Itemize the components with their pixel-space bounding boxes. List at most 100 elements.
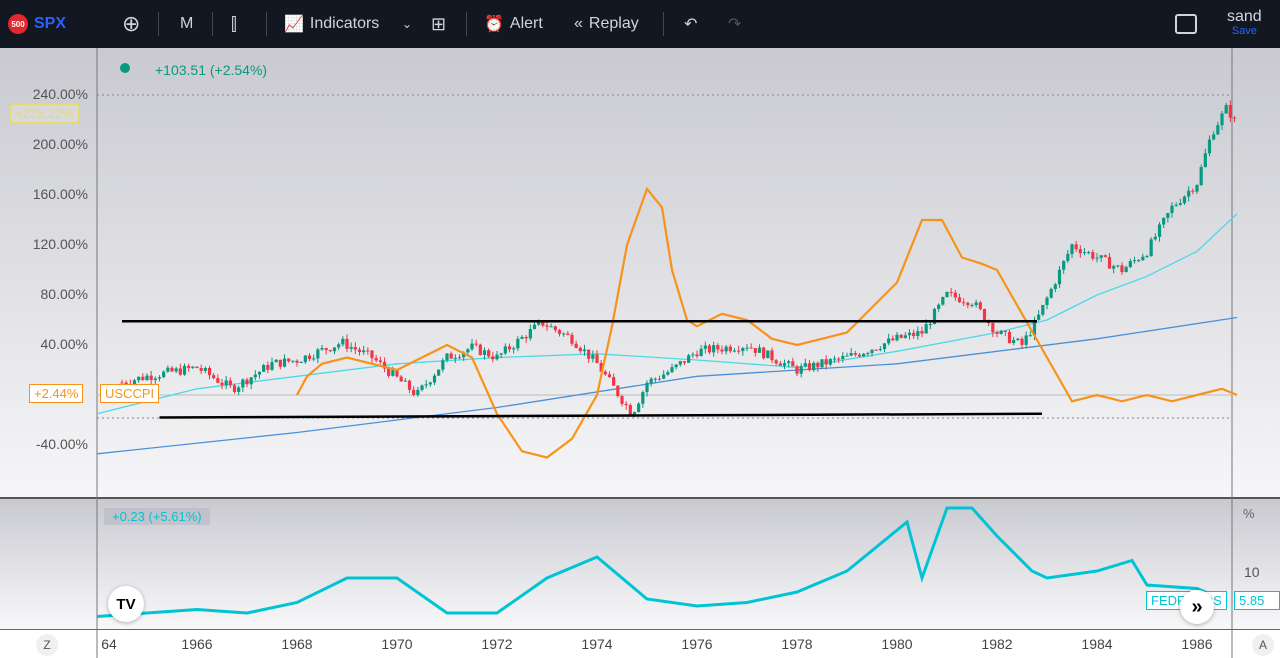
candle-up [499,353,503,355]
status-dot-icon [120,63,130,73]
candle-up [174,368,178,372]
candle-up [249,377,253,385]
candle-down [220,382,224,385]
candle-down [287,358,291,362]
candle-down [624,403,628,406]
candle-up [241,379,245,388]
fedfunds-line [96,506,1223,618]
zoom-reset-button[interactable]: Z [36,634,58,656]
candle-up [495,354,499,360]
x-tick-label: 1976 [681,636,713,652]
candle-up [820,359,824,368]
candle-down [728,346,732,352]
candle-down [1074,244,1078,250]
candle-down [762,347,766,359]
candle-down [607,374,612,378]
candle-up [316,349,320,359]
candle-up [999,330,1003,334]
auto-scale-button[interactable]: A [1252,634,1274,656]
x-tick-label: 1972 [481,636,513,652]
candle-down [378,360,382,362]
candle-down [1120,265,1124,273]
candle-down [170,367,174,372]
candle-down [328,350,332,352]
candle-down [245,379,249,385]
candle-up [878,349,882,351]
candle-up [157,377,162,379]
candle-down [545,325,549,327]
candle-up [312,358,316,360]
candle-up [591,354,595,359]
candle-up [441,360,445,370]
candle-down [616,385,620,397]
candle-down [207,368,212,376]
candle-up [645,382,649,393]
candle-up [191,366,195,368]
candle-down [478,344,482,355]
candle-down [749,347,753,349]
candle-up [924,324,928,334]
candle-up [432,375,437,383]
tradingview-logo-icon[interactable]: TV [108,586,144,622]
candle-up [1212,134,1216,140]
candle-up [1116,265,1120,267]
candle-down [716,345,720,350]
candle-up [641,392,645,404]
y-tick-label: -40.00% [35,436,88,452]
candle-down [353,347,357,350]
candle-up [687,355,691,363]
candle-down [978,302,982,310]
candle-up [262,364,266,372]
candle-up [828,359,832,365]
candle-up [1095,257,1099,259]
candle-up [670,367,674,373]
candle-up [887,338,891,344]
scroll-to-latest-icon[interactable]: » [1180,590,1214,624]
candle-down [920,331,924,334]
lower-tick-label: 10 [1244,564,1260,580]
candle-up [224,380,228,385]
slow-ma-line [96,316,1238,455]
candle-up [799,366,803,374]
cpi-name-badge: USCCPI [100,384,160,403]
candle-down [278,359,282,367]
candle-up [1057,269,1062,285]
candle-up [916,331,920,337]
x-tick-label: 1968 [281,636,313,652]
candle-up [1049,288,1053,298]
candle-up [503,346,507,354]
candle-down [807,363,812,371]
candle-up [420,385,424,390]
candle-up [678,361,682,365]
candle-up [699,348,703,357]
candle-up [866,353,870,355]
candle-up [941,297,945,305]
candle-down [1003,330,1007,332]
candle-up [349,347,353,349]
candle-up [303,355,307,363]
x-tick-label: 1986 [1181,636,1213,652]
y-tick-label: 80.00% [40,286,88,302]
candle-up [937,304,941,309]
candle-up [803,363,807,367]
candle-up [1012,340,1016,344]
chart-canvas [96,48,1238,658]
candle-up [1128,261,1132,267]
candle-up [745,347,749,349]
candle-up [416,389,420,395]
y-tick-label: 200.00% [32,136,88,152]
candle-down [612,377,616,386]
candle-up [562,333,566,335]
candle-down [770,350,774,361]
candle-down [474,343,478,345]
candle-up [1182,196,1187,204]
candle-up [1132,260,1137,262]
candle-down [737,350,741,352]
candle-up [1137,260,1141,262]
candle-down [753,348,757,353]
candle-up [428,382,432,385]
candle-down [212,375,216,379]
candle-up [203,368,207,371]
candle-down [720,349,724,352]
candle-up [928,324,932,326]
